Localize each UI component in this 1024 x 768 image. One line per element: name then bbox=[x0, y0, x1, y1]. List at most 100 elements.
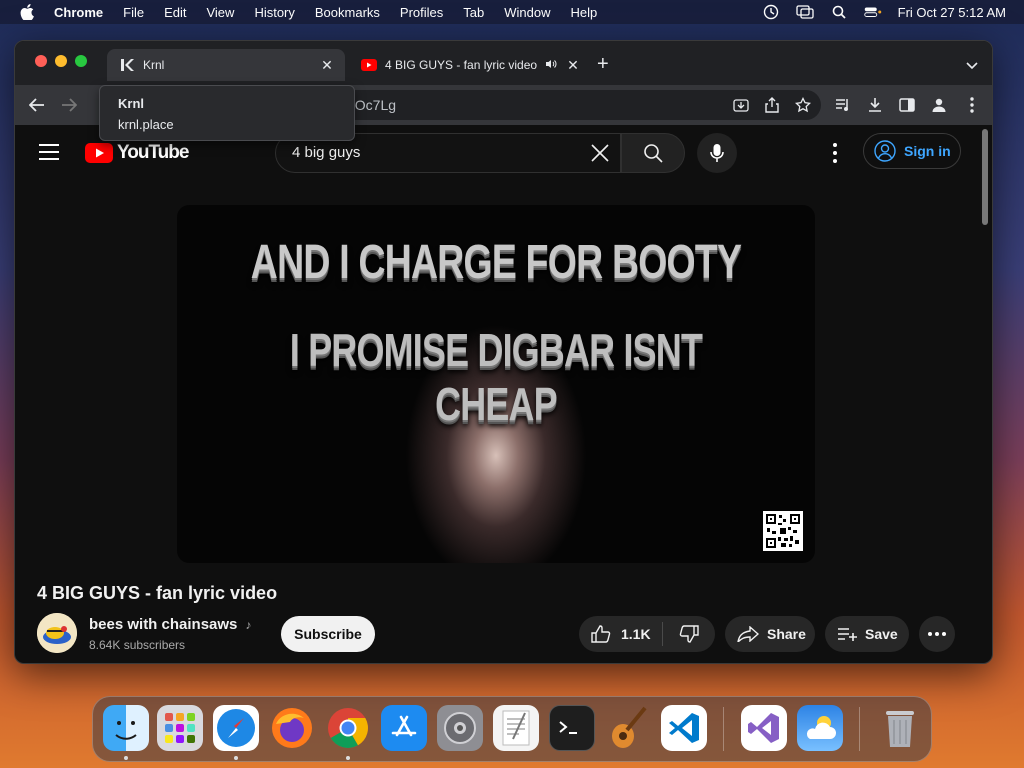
tab-hover-card: Krnl krnl.place bbox=[99, 85, 355, 141]
like-count: 1.1K bbox=[621, 626, 651, 642]
running-indicator bbox=[346, 756, 350, 760]
dislike-button[interactable] bbox=[663, 625, 715, 643]
menu-bookmarks[interactable]: Bookmarks bbox=[315, 5, 380, 20]
thumbs-up-icon bbox=[591, 625, 611, 643]
chrome-icon[interactable] bbox=[325, 705, 371, 751]
running-indicator bbox=[234, 756, 238, 760]
chrome-menu-icon[interactable] bbox=[962, 95, 982, 115]
profile-icon[interactable] bbox=[929, 95, 949, 115]
youtube-wordmark: YouTube bbox=[117, 142, 189, 163]
app-store-icon[interactable] bbox=[381, 705, 427, 751]
close-window-button[interactable] bbox=[35, 55, 47, 67]
launchpad-icon[interactable] bbox=[157, 705, 203, 751]
page-scrollbar[interactable] bbox=[982, 129, 988, 225]
menu-clock[interactable]: Fri Oct 27 5:12 AM bbox=[898, 5, 1006, 20]
like-button[interactable]: 1.1K bbox=[579, 622, 663, 646]
visual-studio-icon[interactable] bbox=[741, 705, 787, 751]
new-tab-button[interactable]: + bbox=[597, 53, 609, 76]
running-indicator bbox=[124, 756, 128, 760]
dock-separator bbox=[859, 707, 860, 751]
trash-icon[interactable] bbox=[877, 705, 923, 751]
side-panel-icon[interactable] bbox=[897, 95, 917, 115]
finder-icon[interactable] bbox=[103, 705, 149, 751]
menu-tab[interactable]: Tab bbox=[463, 5, 484, 20]
channel-avatar[interactable] bbox=[37, 613, 77, 653]
install-app-icon[interactable] bbox=[731, 95, 751, 115]
search-button[interactable] bbox=[621, 133, 685, 173]
menu-help[interactable]: Help bbox=[571, 5, 598, 20]
screen-mirroring-icon[interactable] bbox=[795, 5, 814, 19]
share-label: Share bbox=[767, 626, 806, 642]
dock bbox=[92, 696, 932, 762]
garageband-icon[interactable] bbox=[605, 705, 651, 751]
spotlight-search-icon[interactable] bbox=[830, 5, 848, 19]
microphone-icon bbox=[710, 144, 724, 162]
weather-icon[interactable] bbox=[797, 705, 843, 751]
share-page-icon[interactable] bbox=[762, 95, 782, 115]
tab-youtube[interactable]: 4 BIG GUYS - fan lyric video ✕ bbox=[349, 49, 591, 81]
save-label: Save bbox=[865, 626, 898, 642]
menu-view[interactable]: View bbox=[206, 5, 234, 20]
speaker-icon[interactable] bbox=[545, 58, 557, 73]
tab-strip: Krnl ✕ 4 BIG GUYS - fan lyric video ✕ + bbox=[15, 41, 992, 85]
menu-edit[interactable]: Edit bbox=[164, 5, 186, 20]
save-button[interactable]: Save bbox=[825, 616, 909, 652]
youtube-logo[interactable]: YouTube bbox=[85, 142, 189, 164]
bookmark-star-icon[interactable] bbox=[793, 95, 813, 115]
sign-in-button[interactable]: Sign in bbox=[863, 133, 961, 169]
firefox-icon[interactable] bbox=[269, 705, 315, 751]
video-player[interactable]: AND I CHARGE FOR BOOTY I PROMISE DIGBAR … bbox=[177, 205, 815, 563]
terminal-icon[interactable] bbox=[549, 705, 595, 751]
menu-bar: Chrome File Edit View History Bookmarks … bbox=[0, 0, 1024, 24]
downloads-icon[interactable] bbox=[865, 95, 885, 115]
window-controls bbox=[35, 55, 87, 67]
back-arrow-icon[interactable] bbox=[27, 95, 47, 115]
apple-menu-icon[interactable] bbox=[20, 4, 38, 20]
hamburger-menu-icon[interactable] bbox=[39, 144, 59, 160]
control-center-icon[interactable] bbox=[863, 5, 882, 19]
system-settings-icon[interactable] bbox=[437, 705, 483, 751]
subscriber-count: 8.64K subscribers bbox=[89, 638, 186, 652]
minimize-window-button[interactable] bbox=[55, 55, 67, 67]
hover-card-title: Krnl bbox=[118, 96, 144, 111]
menu-history[interactable]: History bbox=[254, 5, 294, 20]
video-title: 4 BIG GUYS - fan lyric video bbox=[37, 583, 278, 603]
menu-file[interactable]: File bbox=[123, 5, 144, 20]
search-icon bbox=[644, 144, 663, 163]
settings-more-icon[interactable] bbox=[827, 143, 843, 163]
dock-separator bbox=[723, 707, 724, 751]
zoom-window-button[interactable] bbox=[75, 55, 87, 67]
music-note-icon: ♪ bbox=[245, 617, 252, 632]
thumbs-down-icon bbox=[679, 625, 699, 643]
clear-search-icon[interactable] bbox=[589, 142, 611, 164]
video-lyric-line-2: I PROMISE DIGBAR ISNT CHEAP bbox=[289, 324, 703, 430]
more-actions-button[interactable] bbox=[919, 616, 955, 652]
tab-search-chevron-icon[interactable] bbox=[966, 57, 978, 70]
share-arrow-icon bbox=[737, 626, 759, 642]
menu-app-name[interactable]: Chrome bbox=[54, 5, 103, 20]
video-lyric-line-1: AND I CHARGE FOR BOOTY bbox=[250, 236, 742, 289]
playlist-add-icon bbox=[838, 628, 857, 641]
time-machine-icon[interactable] bbox=[762, 4, 780, 20]
search-query: 4 big guys bbox=[292, 144, 361, 161]
account-icon bbox=[874, 140, 896, 162]
voice-search-button[interactable] bbox=[697, 133, 737, 173]
youtube-logo-icon bbox=[85, 143, 113, 163]
vscode-icon[interactable] bbox=[661, 705, 707, 751]
tab-title: 4 BIG GUYS - fan lyric video bbox=[385, 58, 538, 72]
like-dislike-bar: 1.1K bbox=[579, 616, 715, 652]
sign-in-label: Sign in bbox=[904, 143, 951, 159]
share-button[interactable]: Share bbox=[725, 616, 815, 652]
close-tab-icon[interactable]: ✕ bbox=[565, 57, 581, 74]
channel-name[interactable]: bees with chainsaws ♪ bbox=[89, 616, 251, 633]
safari-icon[interactable] bbox=[213, 705, 259, 751]
forward-arrow-icon[interactable] bbox=[59, 95, 79, 115]
menu-profiles[interactable]: Profiles bbox=[400, 5, 443, 20]
textedit-icon[interactable] bbox=[493, 705, 539, 751]
menu-window[interactable]: Window bbox=[504, 5, 550, 20]
media-controls-icon[interactable] bbox=[833, 95, 853, 115]
close-tab-icon[interactable]: ✕ bbox=[319, 57, 335, 74]
channel-name-text: bees with chainsaws bbox=[89, 616, 238, 633]
subscribe-button[interactable]: Subscribe bbox=[281, 616, 375, 652]
tab-krnl[interactable]: Krnl ✕ bbox=[107, 49, 345, 81]
